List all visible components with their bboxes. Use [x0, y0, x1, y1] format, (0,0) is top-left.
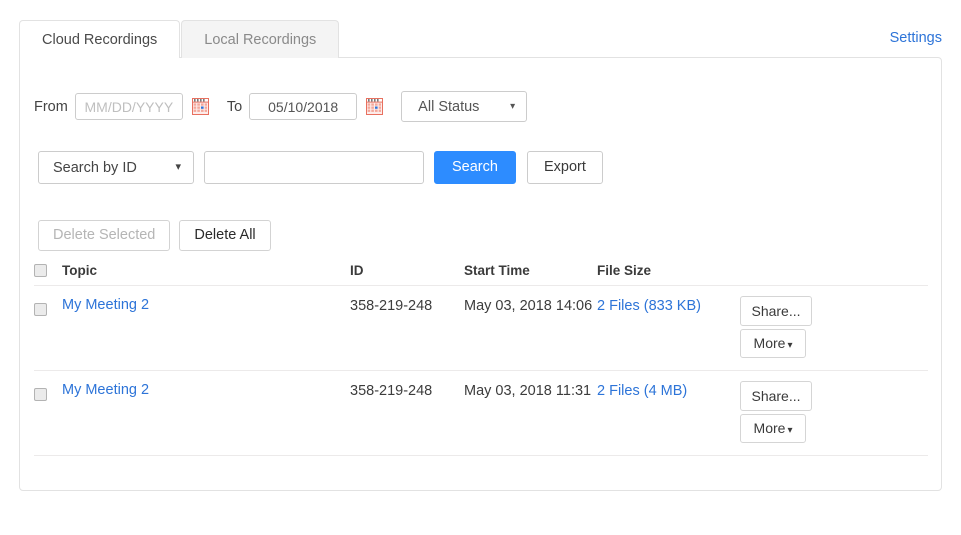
header-file-size: File Size	[597, 262, 652, 278]
cell-start-time: May 03, 2018 11:31	[464, 383, 592, 399]
header-topic: Topic	[62, 262, 97, 278]
topic-link[interactable]: My Meeting 2	[62, 382, 149, 398]
status-filter-value: All Status	[418, 98, 480, 115]
search-input[interactable]	[204, 151, 424, 184]
cell-actions: Share... More ▾	[737, 286, 928, 358]
more-button[interactable]: More ▾	[740, 329, 806, 358]
tab-local-recordings-label: Local Recordings	[204, 32, 317, 48]
chevron-down-icon: ▾	[175, 161, 181, 173]
header-start-time: Start Time	[464, 262, 530, 278]
table-row: My Meeting 2 358-219-248 May 03, 2018 11…	[34, 370, 928, 455]
search-by-value: Search by ID	[53, 159, 137, 176]
tab-cloud-recordings-label: Cloud Recordings	[42, 32, 158, 48]
chevron-down-icon: ▾	[787, 340, 793, 351]
table-row: My Meeting 2 358-219-248 May 03, 2018 14…	[34, 285, 928, 370]
from-date-input[interactable]	[74, 93, 183, 120]
share-button[interactable]: Share...	[740, 381, 812, 411]
to-date-input[interactable]	[249, 93, 358, 120]
row-select-cell	[34, 371, 62, 401]
table-header-row: Topic ID Start Time File Size	[34, 255, 928, 285]
search-by-select[interactable]: Search by ID ▾	[38, 151, 194, 184]
cell-start-time: May 03, 2018 14:06	[464, 298, 593, 314]
tab-strip: Cloud Recordings Local Recordings	[19, 19, 340, 58]
header-id: ID	[350, 262, 364, 278]
recordings-table: Topic ID Start Time File Size My Meeting…	[34, 255, 928, 456]
file-size-link[interactable]: 2 Files (4 MB)	[597, 383, 687, 399]
from-label: From	[34, 98, 68, 115]
status-filter-select[interactable]: All Status ▾	[401, 91, 528, 122]
table-bottom-divider	[34, 455, 928, 456]
more-button-label: More	[753, 335, 786, 351]
cell-id: 358-219-248	[350, 383, 433, 399]
settings-link[interactable]: Settings	[890, 30, 942, 46]
to-label: To	[226, 98, 243, 115]
more-button-label: More	[753, 420, 786, 436]
file-size-link[interactable]: 2 Files (833 KB)	[597, 298, 701, 314]
tab-cloud-recordings[interactable]: Cloud Recordings	[19, 20, 181, 58]
cell-topic: My Meeting 2	[62, 286, 350, 313]
bulk-actions-row: Delete Selected Delete All	[38, 220, 271, 251]
cell-file-size: 2 Files (833 KB)	[597, 286, 737, 314]
export-button[interactable]: Export	[526, 151, 603, 184]
search-row: Search by ID ▾ Search Export	[38, 151, 603, 184]
calendar-icon-to[interactable]	[366, 98, 384, 115]
more-button[interactable]: More ▾	[740, 414, 806, 443]
recordings-panel: From To	[19, 57, 942, 491]
cell-file-size: 2 Files (4 MB)	[597, 371, 737, 399]
row-checkbox[interactable]	[34, 388, 47, 401]
row-select-cell	[34, 286, 62, 316]
row-checkbox[interactable]	[34, 303, 47, 316]
tab-local-recordings[interactable]: Local Recordings	[181, 20, 340, 58]
delete-selected-button[interactable]: Delete Selected	[38, 220, 171, 251]
share-button[interactable]: Share...	[740, 296, 812, 326]
select-all-checkbox[interactable]	[34, 264, 47, 277]
chevron-down-icon: ▾	[510, 100, 516, 112]
search-button[interactable]: Search	[434, 151, 516, 184]
date-filter-row: From To	[34, 91, 528, 122]
cell-topic: My Meeting 2	[62, 371, 350, 398]
topic-link[interactable]: My Meeting 2	[62, 297, 149, 313]
calendar-icon-from[interactable]	[191, 98, 209, 115]
chevron-down-icon: ▾	[787, 425, 793, 436]
delete-all-button[interactable]: Delete All	[179, 220, 271, 251]
cell-id: 358-219-248	[350, 298, 433, 314]
cell-actions: Share... More ▾	[737, 371, 928, 443]
select-all-cell	[34, 263, 62, 277]
